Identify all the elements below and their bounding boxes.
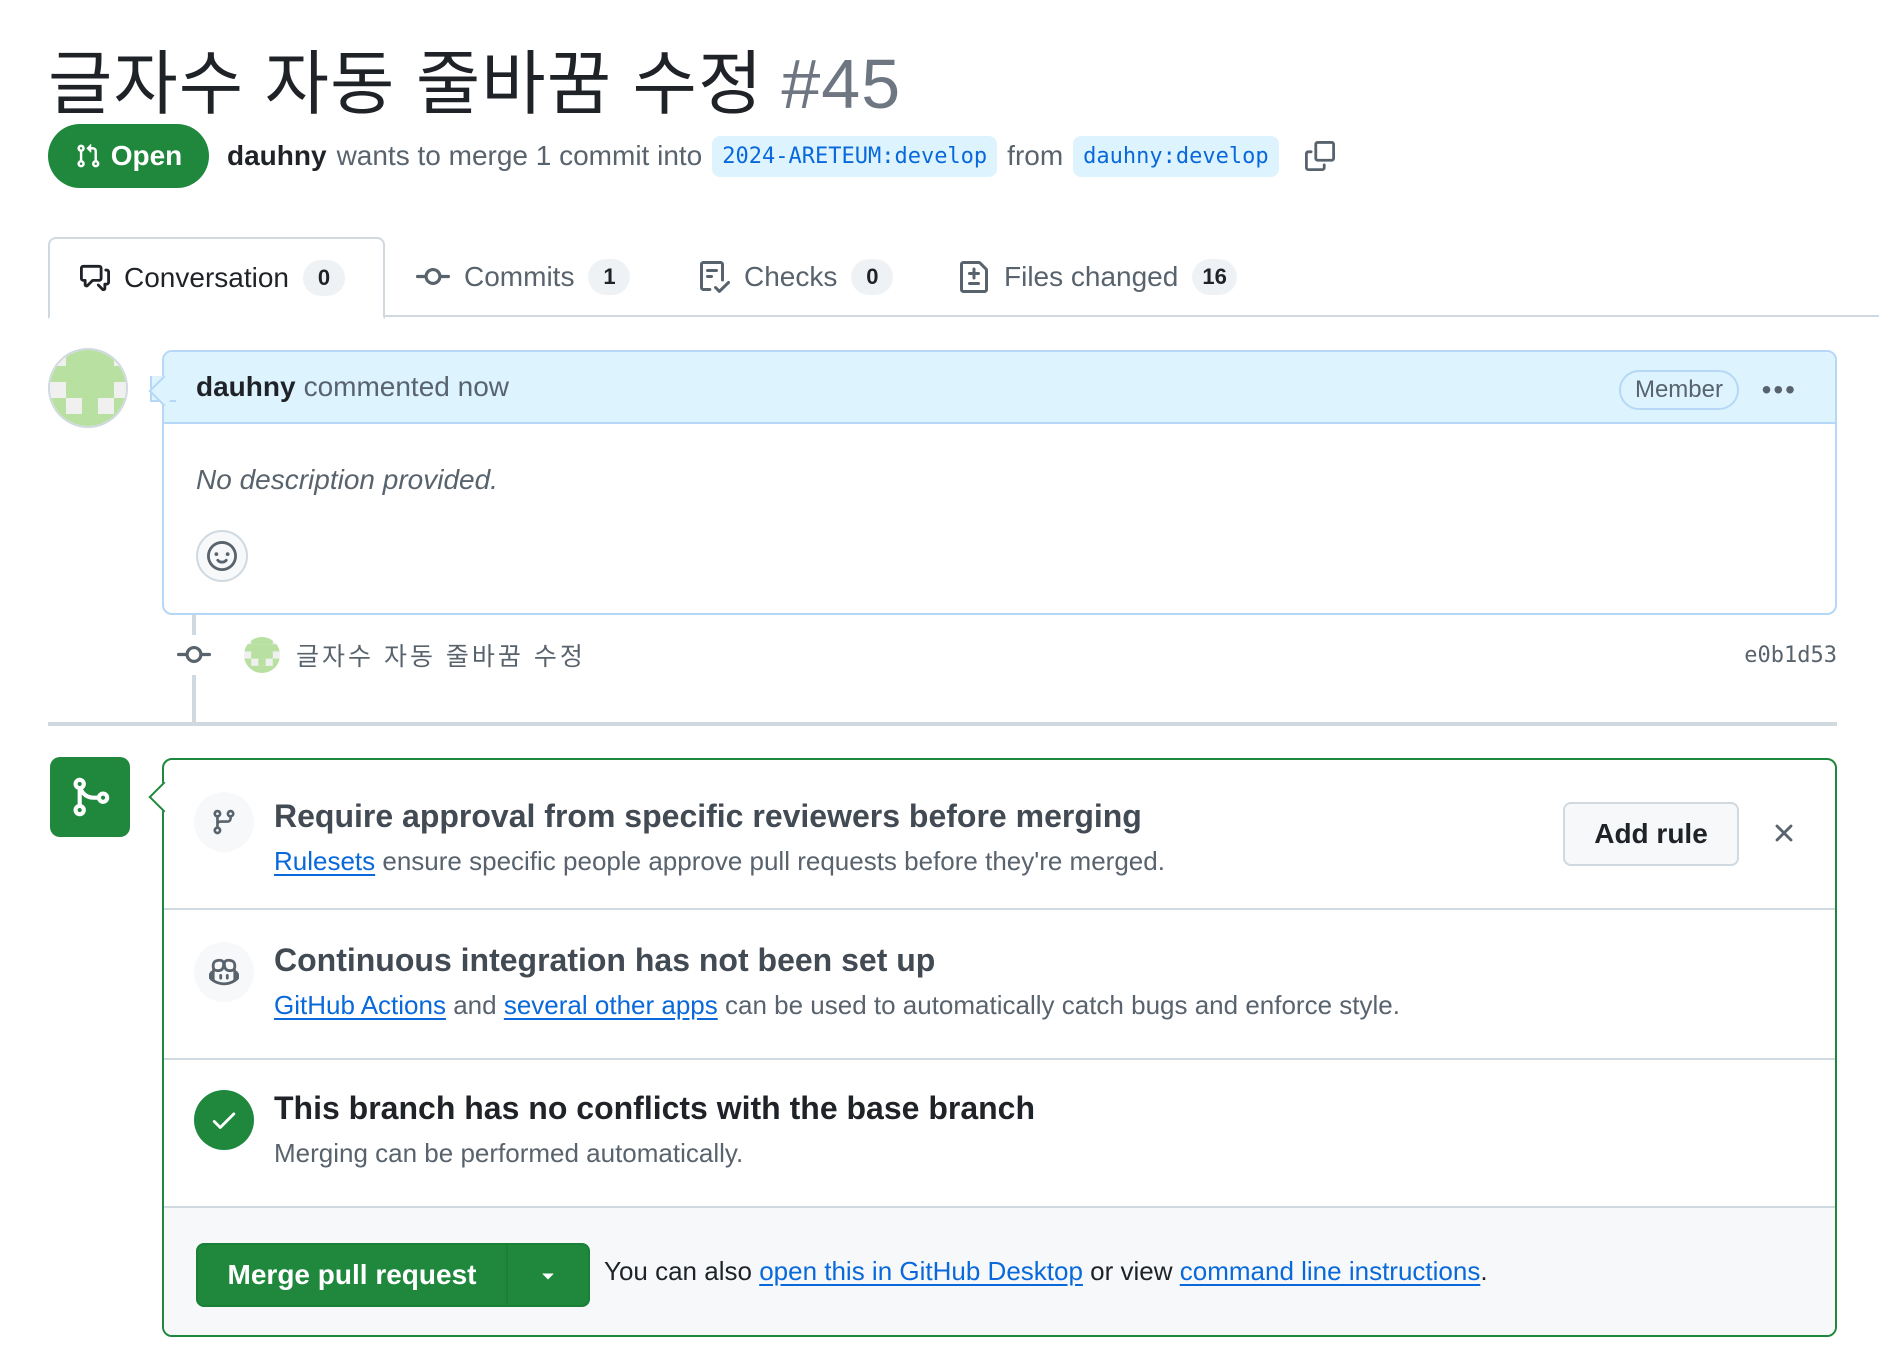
footer-suffix: . <box>1480 1256 1488 1286</box>
tab-commits-label: Commits <box>464 261 575 292</box>
checklist-icon <box>700 261 730 293</box>
commit-node <box>174 635 214 675</box>
no-conflicts-text: Merging can be performed automatically. <box>274 1138 744 1168</box>
smiley-icon <box>207 541 237 571</box>
copilot-icon <box>209 958 239 986</box>
head-branch-label[interactable]: dauhny:develop <box>1073 135 1279 177</box>
merge-status-icon <box>50 757 130 837</box>
identicon-avatar <box>50 350 126 426</box>
tab-conversation[interactable]: Conversation 0 <box>48 237 385 319</box>
git-branch-icon <box>213 809 235 835</box>
pr-number: #45 <box>781 45 902 123</box>
other-apps-link[interactable]: several other apps <box>504 990 718 1020</box>
merge-footer-text: You can also open this in GitHub Desktop… <box>604 1256 1488 1287</box>
tab-checks-label: Checks <box>744 261 838 292</box>
timeline-divider <box>48 722 1837 726</box>
github-actions-link[interactable]: GitHub Actions <box>274 990 446 1020</box>
ci-title: Continuous integration has not been set … <box>274 942 936 978</box>
commit-author-avatar[interactable] <box>244 637 280 673</box>
comment-box: dauhny commented now Member ••• No descr… <box>150 350 1837 615</box>
tab-conversation-label: Conversation <box>124 262 289 293</box>
comment-author-link[interactable]: dauhny <box>196 371 296 403</box>
tab-checks-count: 0 <box>851 259 894 295</box>
add-rule-button[interactable]: Add rule <box>1563 802 1739 866</box>
close-icon[interactable] <box>1769 818 1799 848</box>
github-desktop-link[interactable]: open this in GitHub Desktop <box>759 1256 1083 1286</box>
pr-author-link[interactable]: dauhny <box>227 140 327 172</box>
commit-message-link[interactable]: 글자수 자동 줄바꿈 수정 <box>296 637 586 673</box>
footer-middle: or view <box>1090 1256 1173 1286</box>
merge-method-dropdown[interactable] <box>506 1245 588 1305</box>
rulesets-link[interactable]: Rulesets <box>274 846 375 876</box>
ci-suggestion: Continuous integration has not been set … <box>164 910 1835 1060</box>
triangle-down-icon <box>542 1273 554 1280</box>
file-diff-icon <box>960 261 988 293</box>
branch-icon-wrap <box>194 792 254 852</box>
commit-sha-link[interactable]: e0b1d53 <box>1744 643 1837 668</box>
pr-state-row: Open dauhny wants to merge 1 commit into… <box>48 124 1335 188</box>
comment-header: dauhny commented now Member ••• <box>164 352 1835 424</box>
check-circle <box>194 1090 254 1150</box>
open-status-label: Open <box>110 140 183 171</box>
add-reaction-button[interactable] <box>196 530 248 582</box>
pr-title-text: 글자수 자동 줄바꿈 수정 <box>48 45 764 123</box>
avatar[interactable] <box>48 348 128 428</box>
pr-meta-from: from <box>1007 140 1064 171</box>
check-icon <box>212 1112 236 1129</box>
tab-checks[interactable]: Checks 0 <box>698 237 894 317</box>
ci-icon-wrap <box>194 942 254 1002</box>
member-role-badge: Member <box>1618 370 1739 410</box>
identicon-avatar <box>244 637 280 673</box>
tab-files-changed[interactable]: Files changed 16 <box>958 237 1237 317</box>
tab-commits-count: 1 <box>588 259 631 295</box>
open-status-badge: Open <box>48 124 209 188</box>
pr-meta-text: wants to merge 1 commit into <box>336 140 703 171</box>
git-commit-icon <box>416 267 450 285</box>
timeline-commit-row: 글자수 자동 줄바꿈 수정 e0b1d53 <box>174 632 1837 678</box>
ruleset-text-body: ensure specific people approve pull requ… <box>382 846 1165 876</box>
merge-footer: Merge pull request You can also open thi… <box>164 1208 1835 1335</box>
pr-meta: dauhny wants to merge 1 commit into 2024… <box>227 135 1335 177</box>
merge-button-group: Merge pull request <box>196 1243 590 1307</box>
ci-text-body: can be used to automatically catch bugs … <box>724 990 1400 1020</box>
git-pull-request-icon <box>77 143 100 168</box>
command-line-instructions-link[interactable]: command line instructions <box>1180 1256 1481 1286</box>
ci-and: and <box>453 990 497 1020</box>
no-conflicts-title: This branch has no conflicts with the ba… <box>274 1090 1036 1126</box>
ci-text: GitHub Actions and several other apps ca… <box>274 990 1400 1021</box>
tab-conversation-count: 0 <box>302 260 345 296</box>
tab-files-changed-label: Files changed <box>1004 261 1179 292</box>
ruleset-title: Require approval from specific reviewers… <box>274 798 1142 834</box>
git-commit-icon <box>177 645 211 663</box>
base-branch-label[interactable]: 2024-ARETEUM:develop <box>712 135 998 177</box>
comment-timestamp[interactable]: commented now <box>304 371 509 403</box>
copy-icon[interactable] <box>1304 141 1335 171</box>
git-merge-icon <box>73 777 110 817</box>
ruleset-text: Rulesets ensure specific people approve … <box>274 846 1165 877</box>
pr-tabs: Conversation 0 Commits 1 Checks 0 Files … <box>48 237 1879 319</box>
kebab-menu-icon[interactable]: ••• <box>1762 374 1797 406</box>
comment-body: No description provided. <box>196 464 498 495</box>
merge-pull-request-button[interactable]: Merge pull request <box>198 1245 506 1305</box>
merge-box: Require approval from specific reviewers… <box>162 758 1837 1337</box>
tab-files-changed-count: 16 <box>1192 259 1237 295</box>
footer-prefix: You can also <box>604 1256 752 1286</box>
tab-commits[interactable]: Commits 1 <box>416 237 631 317</box>
pr-title: 글자수 자동 줄바꿈 수정 #45 <box>48 28 901 129</box>
ruleset-suggestion: Require approval from specific reviewers… <box>164 760 1835 910</box>
no-conflicts-status: This branch has no conflicts with the ba… <box>164 1060 1835 1208</box>
comment-discussion-icon <box>80 264 110 292</box>
